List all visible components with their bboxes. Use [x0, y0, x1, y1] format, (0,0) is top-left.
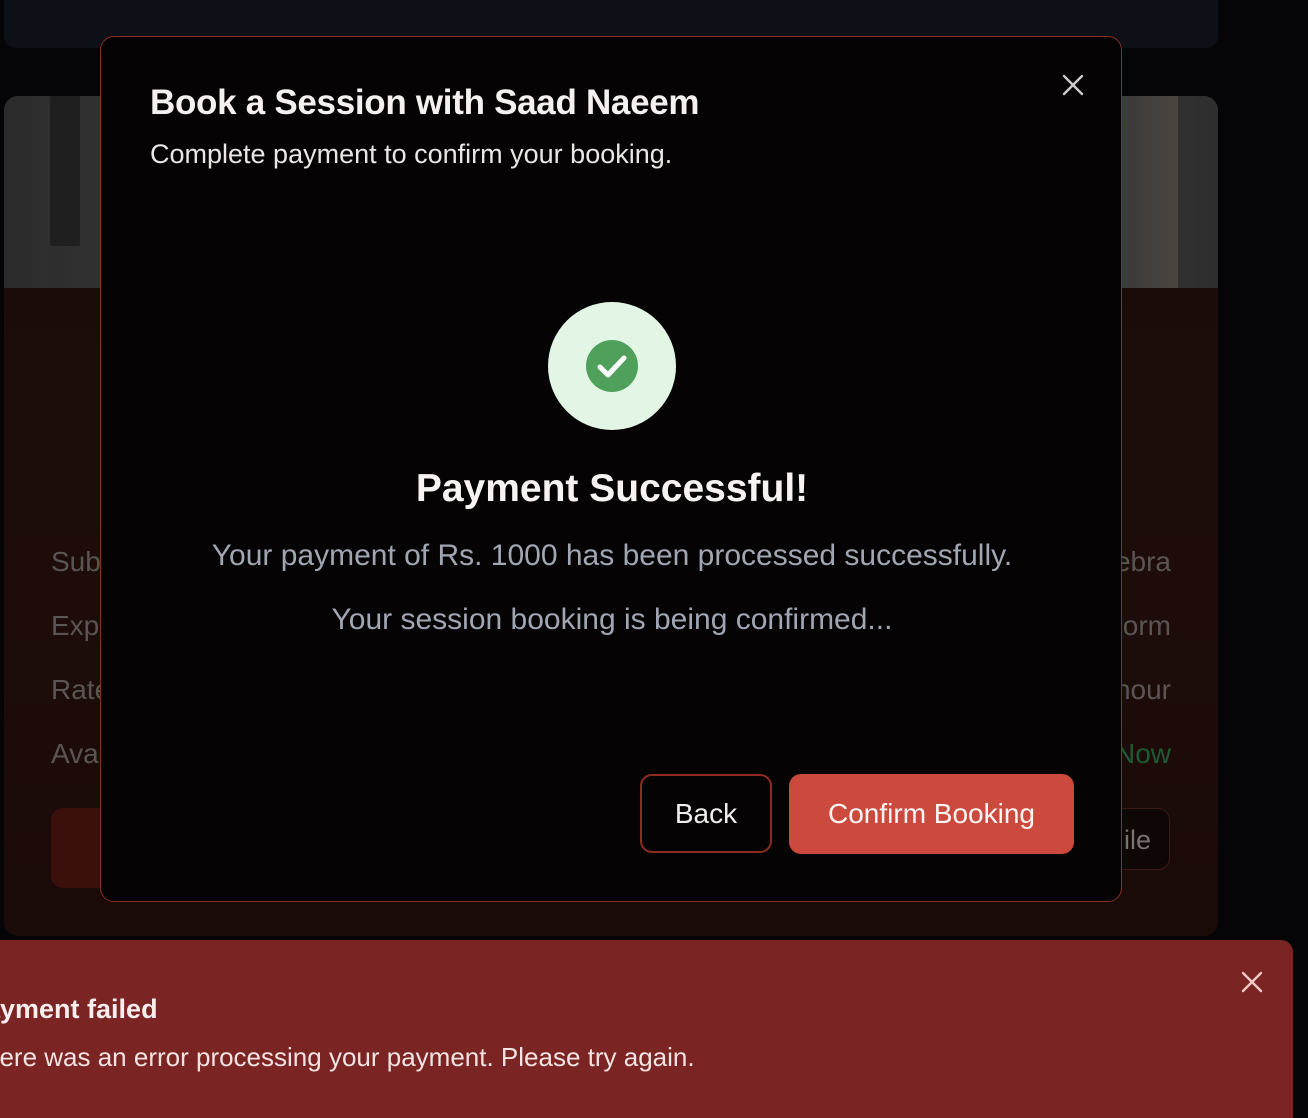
- profile-row-value: orm: [1122, 610, 1171, 641]
- toast-message: here was an error processing your paymen…: [0, 1042, 695, 1072]
- success-heading: Payment Successful!: [415, 467, 809, 510]
- booking-status-text: Your session booking is being confirmed.…: [331, 603, 893, 636]
- profile-row-label: Ava: [51, 738, 99, 769]
- back-button[interactable]: Back: [640, 774, 772, 853]
- modal-subtitle: Complete payment to confirm your booking…: [150, 139, 673, 169]
- profile-row-label: Exp: [51, 610, 100, 641]
- profile-row-value: ebra: [1114, 546, 1171, 577]
- close-icon[interactable]: [1240, 970, 1264, 994]
- close-icon[interactable]: [1059, 71, 1087, 99]
- toast-title: ayment failed: [0, 994, 158, 1024]
- confirm-booking-button[interactable]: Confirm Booking: [789, 774, 1074, 854]
- profile-row-label: Sub: [51, 546, 101, 577]
- modal-title: Book a Session with Saad Naeem: [150, 83, 700, 122]
- page: Sub ebra Exp orm Rate hour Ava Now ile B…: [0, 0, 1308, 1118]
- error-toast: ayment failed here was an error processi…: [0, 940, 1293, 1118]
- payment-confirmation-text: Your payment of Rs. 1000 has been proces…: [211, 539, 1013, 572]
- profile-row-value: Now: [1114, 738, 1171, 769]
- success-badge: [548, 302, 676, 430]
- profile-row-value: hour: [1114, 674, 1171, 705]
- booking-modal: Book a Session with Saad Naeem Complete …: [100, 36, 1122, 902]
